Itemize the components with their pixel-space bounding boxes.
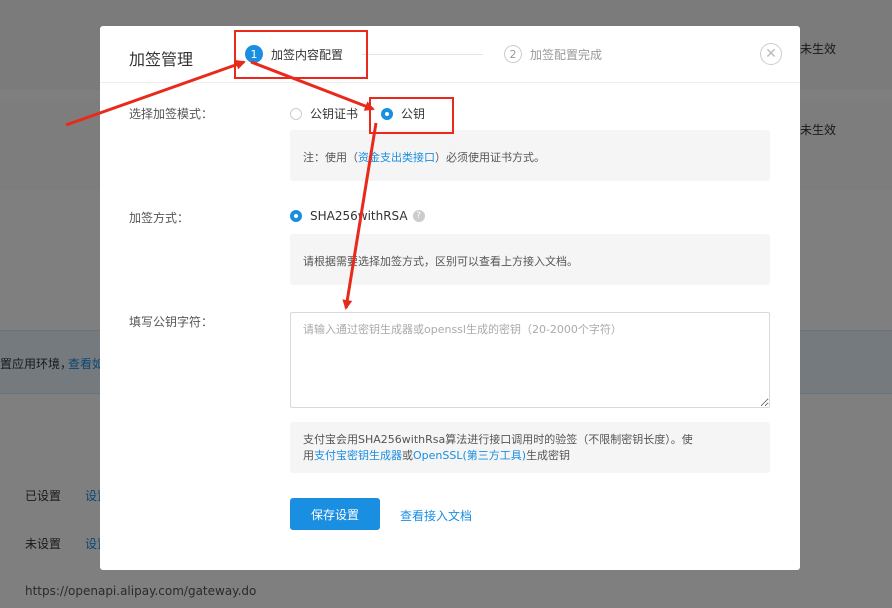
annotation-arrow [250, 60, 375, 111]
annotation-arrow [342, 122, 378, 310]
annotation-arrows [65, 59, 378, 310]
annotation-arrow [65, 59, 246, 127]
